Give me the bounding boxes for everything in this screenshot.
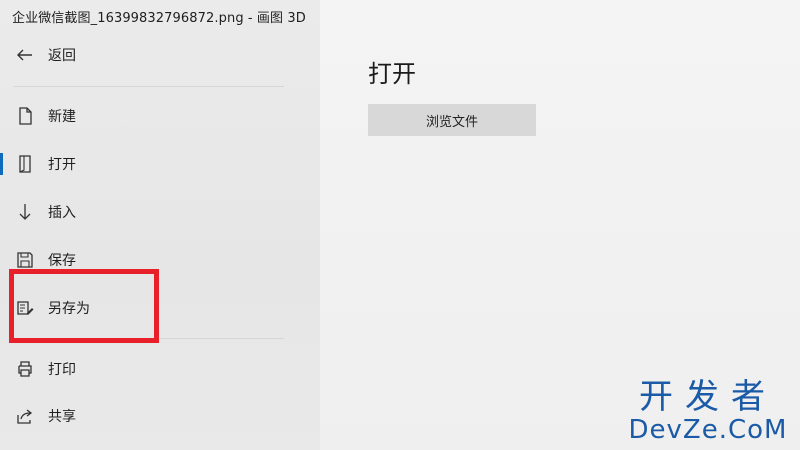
sidebar-item-insert[interactable]: 插入 [0,192,320,232]
back-arrow-icon [15,45,35,65]
window-title: 企业微信截图_16399832796872.png - 画图 3D [12,11,306,26]
insert-arrow-icon [15,202,35,222]
watermark-latin: DevZe.CoM [628,415,788,445]
save-icon [15,250,35,270]
open-file-icon [15,154,35,174]
back-label: 返回 [48,48,76,64]
browse-files-button[interactable]: 浏览文件 [368,104,536,136]
sidebar-item-label: 新建 [48,109,76,125]
sidebar-item-share[interactable]: 共享 [0,396,320,436]
sidebar-item-print[interactable]: 打印 [0,349,320,389]
share-icon [15,406,35,426]
sidebar-item-new[interactable]: 新建 [0,96,320,136]
new-file-icon [15,106,35,126]
watermark: 开发者 DevZe.CoM [628,378,788,444]
sidebar-item-label: 插入 [48,205,76,221]
watermark-chinese: 开发者 [639,377,777,417]
sidebar-item-label: 保存 [48,253,76,269]
printer-icon [15,359,35,379]
back-button[interactable]: 返回 [0,35,320,75]
divider-top [14,86,284,87]
sidebar-item-label: 打印 [48,362,76,378]
page-title: 打开 [368,60,416,88]
sidebar-item-label: 打开 [48,157,76,173]
highlight-annotation-box [9,269,159,343]
sidebar-item-open[interactable]: 打开 [0,144,320,184]
sidebar-item-label: 共享 [48,409,76,425]
